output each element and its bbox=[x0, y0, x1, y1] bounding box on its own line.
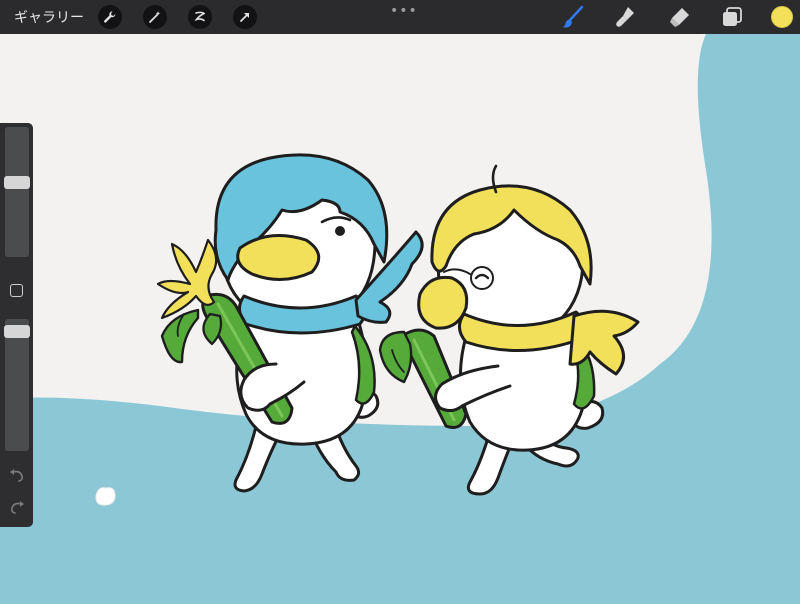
artwork bbox=[0, 34, 800, 600]
selection-icon bbox=[194, 11, 206, 22]
smudge-icon bbox=[616, 7, 634, 27]
undo-icon[interactable] bbox=[8, 467, 26, 485]
brush-tool-button[interactable] bbox=[559, 3, 587, 31]
actions-button[interactable] bbox=[98, 5, 122, 29]
selection-button[interactable] bbox=[188, 5, 212, 29]
drawing-canvas[interactable] bbox=[0, 34, 800, 600]
magic-wand-icon bbox=[149, 11, 161, 23]
top-toolbar: ギャラリー ••• bbox=[0, 0, 800, 34]
adjustments-button[interactable] bbox=[143, 5, 167, 29]
tool-group bbox=[559, 0, 800, 34]
brush-size-handle[interactable] bbox=[4, 176, 30, 189]
opacity-slider[interactable] bbox=[4, 319, 30, 451]
redo-icon[interactable] bbox=[8, 499, 26, 517]
paint-blob bbox=[95, 487, 116, 506]
wrench-icon bbox=[104, 11, 116, 23]
layers-icon bbox=[723, 7, 742, 26]
transform-arrow-icon bbox=[240, 13, 249, 22]
modify-button[interactable] bbox=[10, 284, 23, 297]
gallery-button[interactable]: ギャラリー bbox=[14, 7, 84, 27]
eraser-tool-button[interactable] bbox=[665, 3, 693, 31]
brush-size-slider[interactable] bbox=[4, 127, 30, 257]
transform-button[interactable] bbox=[233, 5, 257, 29]
smudge-tool-button[interactable] bbox=[612, 3, 640, 31]
layers-button[interactable] bbox=[718, 3, 746, 31]
opacity-handle[interactable] bbox=[4, 325, 30, 338]
side-bar bbox=[0, 123, 33, 527]
eraser-icon bbox=[670, 8, 689, 27]
color-picker-button[interactable] bbox=[771, 6, 793, 28]
brush-icon bbox=[562, 5, 584, 28]
more-options-button[interactable]: ••• bbox=[390, 3, 418, 19]
